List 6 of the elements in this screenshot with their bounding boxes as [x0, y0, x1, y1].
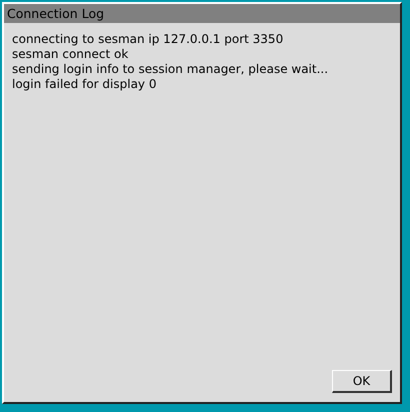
window-title: Connection Log	[4, 4, 400, 23]
log-line: sending login info to session manager, please wait...	[12, 62, 330, 77]
log-line: login failed for display 0	[12, 77, 158, 92]
ok-button[interactable]: OK	[332, 370, 392, 393]
log-line: sesman connect ok	[12, 47, 130, 62]
log-line: connecting to sesman ip 127.0.0.1 port 3350	[12, 32, 284, 47]
